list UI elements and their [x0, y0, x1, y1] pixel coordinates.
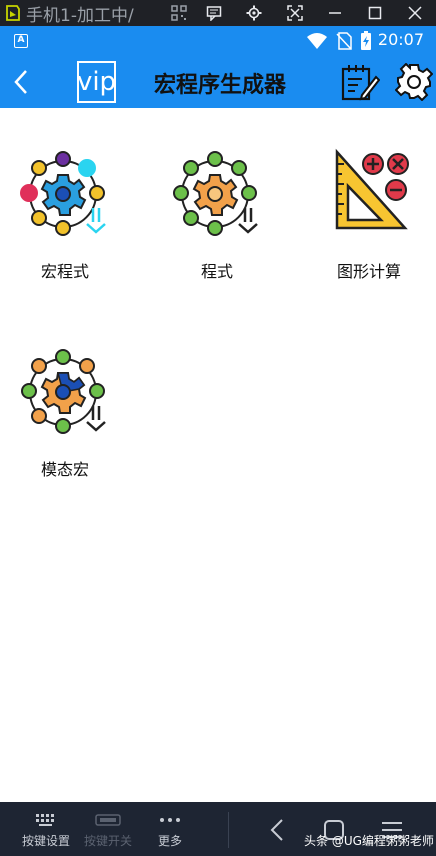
window-title: 手机1-加工中/ — [26, 5, 134, 26]
watermark: 头条 @UG编程粥粥老师 — [304, 834, 434, 848]
keyboard-icon — [35, 808, 57, 832]
grid-item-program[interactable]: 程式 — [152, 108, 282, 281]
more-label: 更多 — [157, 834, 182, 848]
vip-badge[interactable]: vip — [77, 61, 116, 103]
battery-charging-icon — [361, 31, 371, 50]
more-button[interactable]: 更多 — [138, 808, 202, 852]
keymap-label: 按键设置 — [21, 834, 70, 848]
grid-item-geometry-calc[interactable]: 图形计算 — [304, 108, 434, 281]
gear-cycle-modal-icon — [17, 346, 113, 442]
grid-item-label: 图形计算 — [336, 262, 401, 281]
toolbar-divider — [228, 812, 229, 848]
settings-gear-icon[interactable] — [394, 62, 434, 102]
close-icon[interactable] — [400, 0, 430, 26]
keyswitch-label: 按键开关 — [83, 834, 132, 848]
status-bar: A 20:07 — [0, 26, 436, 56]
grid-item-label: 模态宏 — [40, 460, 89, 479]
qr-icon[interactable] — [164, 0, 194, 26]
grid-item-label: 程式 — [200, 262, 233, 281]
gear-icon[interactable] — [239, 0, 269, 26]
grid-item-modal-macro[interactable]: 模态宏 — [0, 306, 130, 479]
gear-cycle-macro-icon — [17, 148, 113, 244]
notification-badge: A — [14, 34, 28, 48]
keyboard-toggle-icon — [95, 808, 121, 832]
keymap-button[interactable]: 按键设置 — [14, 808, 78, 852]
grid-item-label: 宏程式 — [40, 262, 89, 281]
app-header: vip 宏程序生成器 — [0, 56, 436, 108]
edit-notes-icon[interactable] — [340, 63, 381, 101]
minimize-icon[interactable] — [320, 0, 350, 26]
emulator-toolbar: 按键设置 按键开关 更多 头条 @UG编程粥粥老师 — [0, 802, 436, 856]
nav-back-icon[interactable] — [260, 814, 294, 846]
no-sim-icon — [336, 32, 352, 50]
keyswitch-button[interactable]: 按键开关 — [76, 808, 140, 852]
maximize-icon[interactable] — [360, 0, 390, 26]
page-title: 宏程序生成器 — [153, 73, 286, 98]
chat-icon[interactable] — [199, 0, 229, 26]
triangle-ruler-calculator-icon — [321, 148, 417, 244]
grid-item-macro[interactable]: 宏程式 — [0, 108, 130, 281]
clock: 20:07 — [377, 30, 424, 49]
gear-cycle-program-icon — [169, 148, 265, 244]
fullscreen-icon[interactable] — [280, 0, 310, 26]
back-icon[interactable] — [6, 66, 36, 98]
wifi-icon — [307, 33, 327, 49]
emulator-window-bar: 手机1-加工中/ — [0, 0, 436, 26]
more-dots-icon — [159, 808, 181, 832]
app-logo-icon — [2, 0, 24, 26]
